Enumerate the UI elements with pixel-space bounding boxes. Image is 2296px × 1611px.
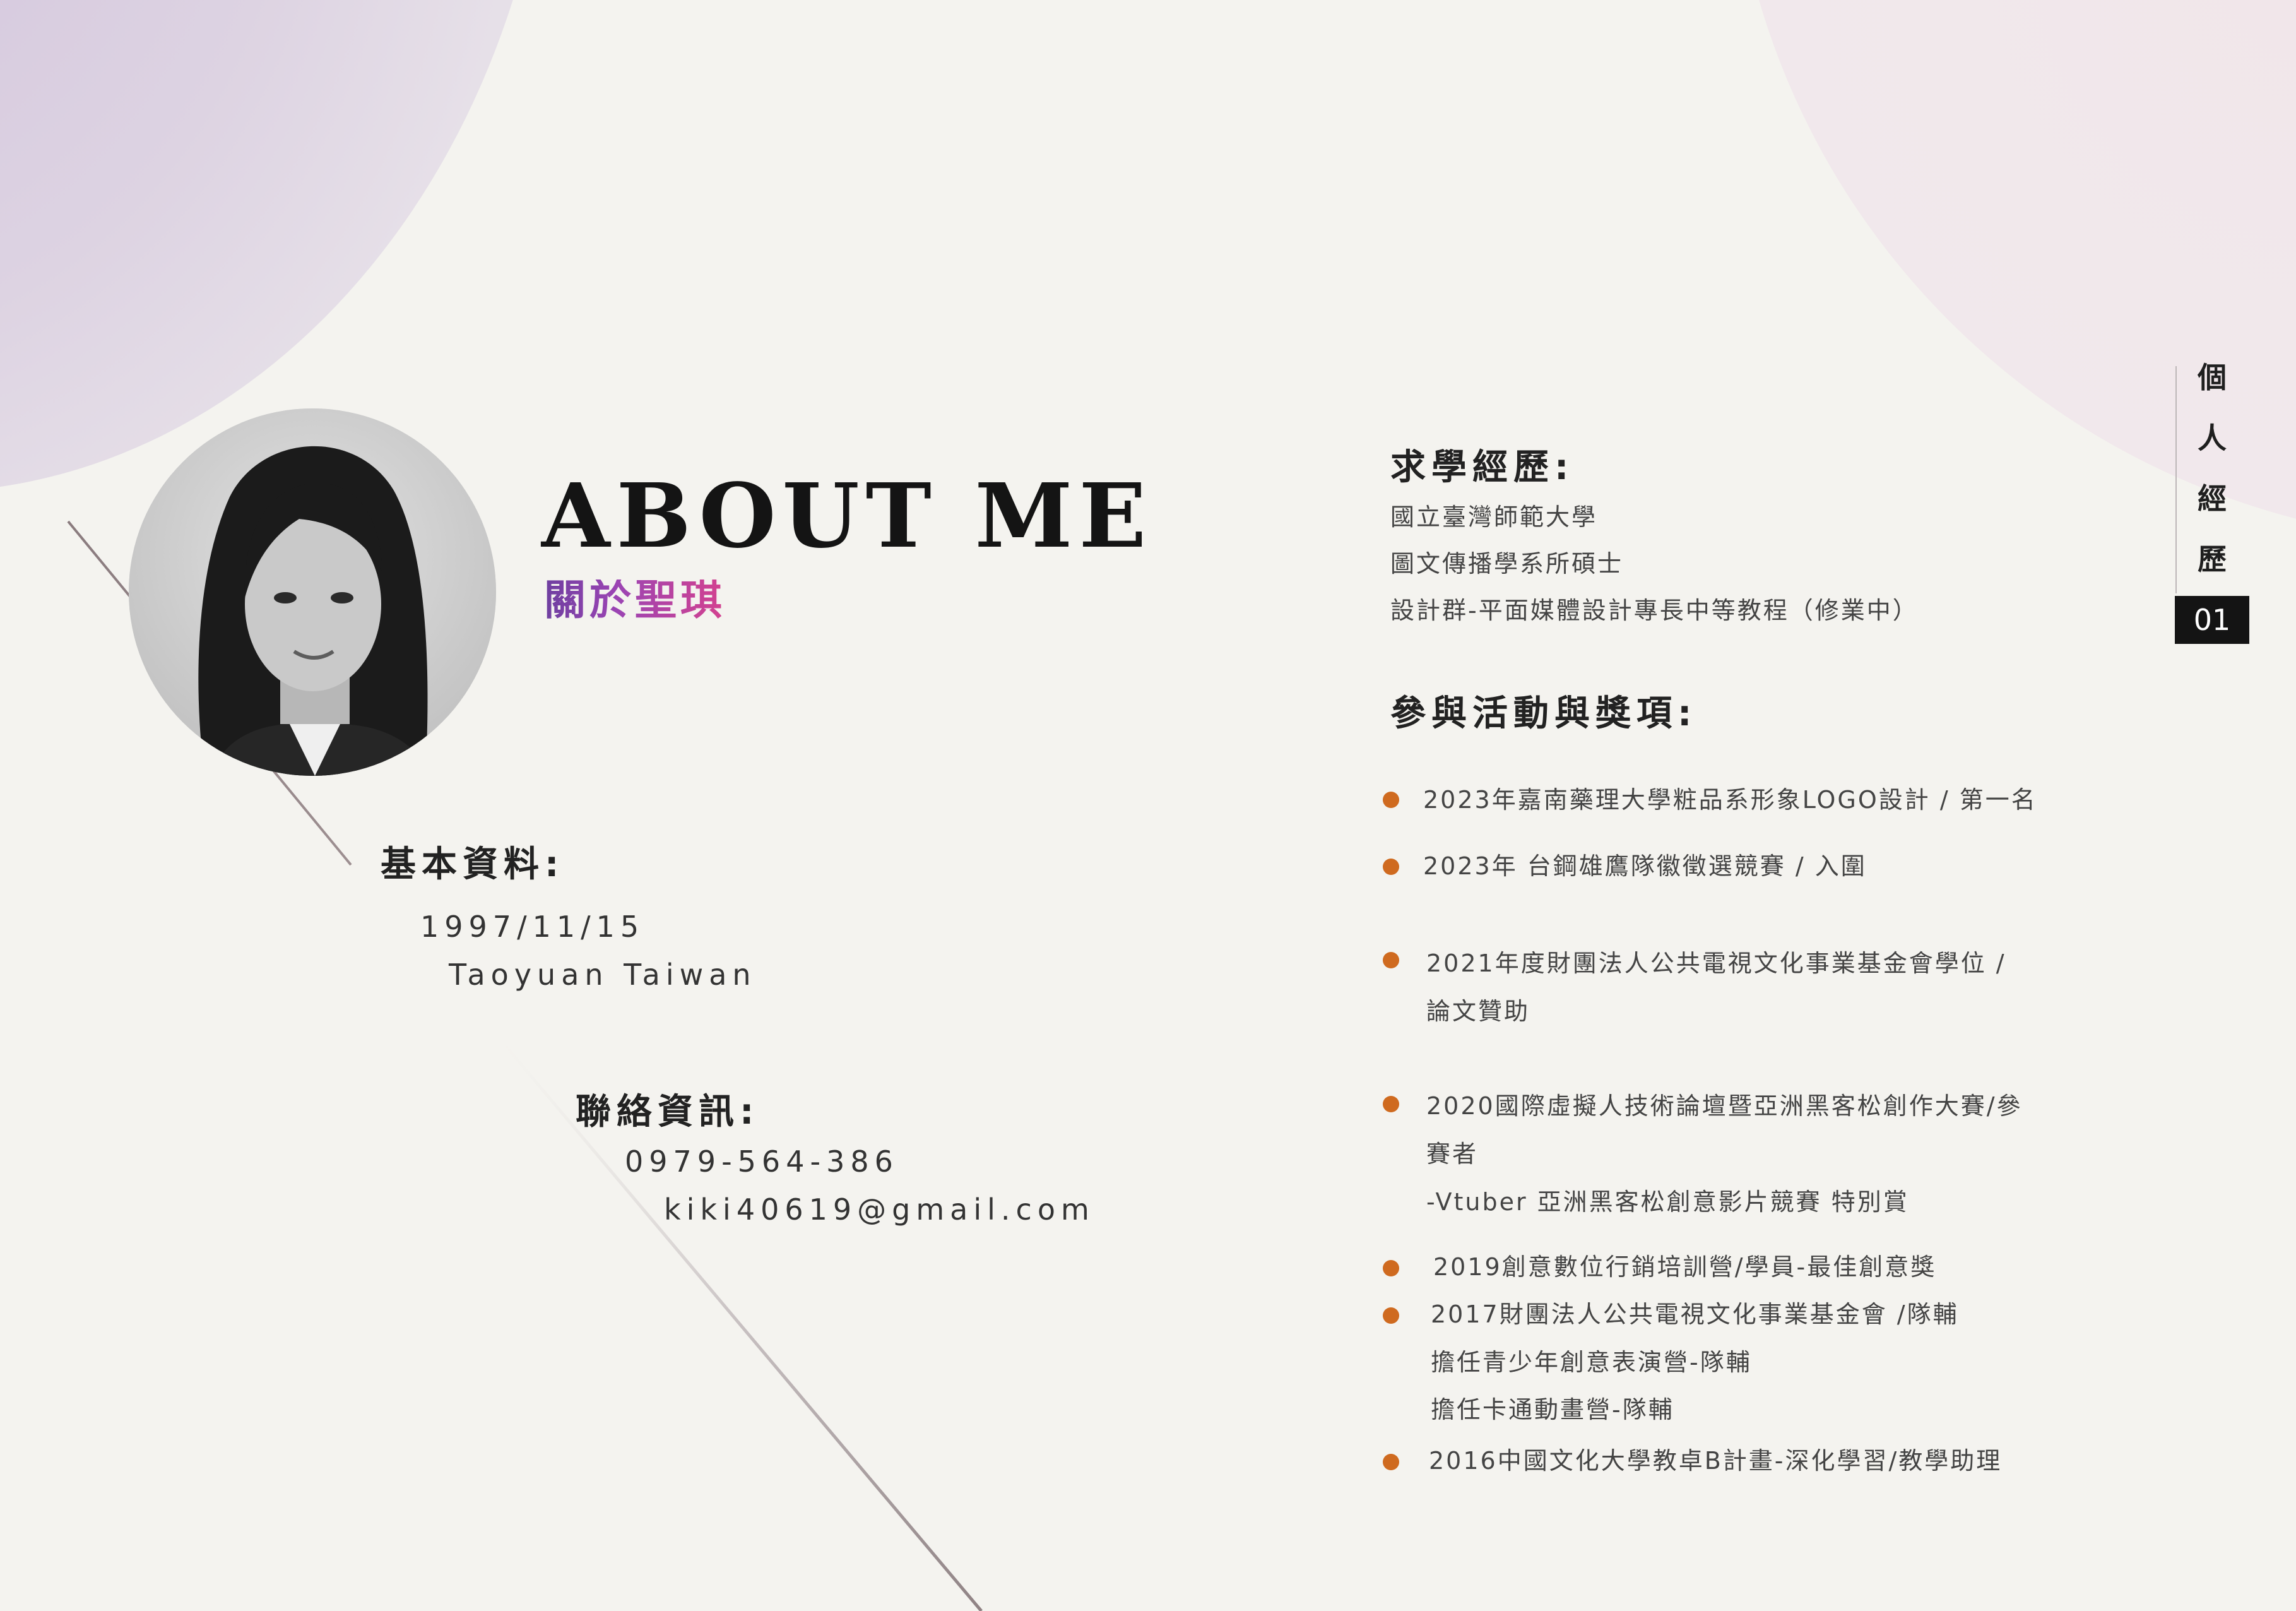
award-bullet: [1383, 792, 1399, 808]
location-text: Taoyuan Taiwan: [449, 958, 757, 992]
award-bullet: [1383, 1096, 1399, 1112]
resume-page: ABOUT ME 關於聖琪 基本資料: 1997/11/15 Taoyuan T…: [0, 0, 2296, 1611]
basic-info-heading: 基本資料:: [381, 844, 565, 885]
award-item-text: 2021年度財團法人公共電視文化事業基金會學位 /: [1426, 949, 2006, 977]
award-item-text: 2016中國文化大學教卓B計畫-深化學習/教學助理: [1429, 1447, 2003, 1475]
award-item-text: 2020國際虛擬人技術論壇暨亞洲黑客松創作大賽/參: [1426, 1092, 2023, 1120]
side-tab-divider: [2175, 366, 2177, 593]
email-text: kiki40619@gmail.com: [664, 1192, 1095, 1227]
page-title: ABOUT ME: [541, 465, 1153, 568]
page-subtitle: 關於聖琪: [544, 576, 726, 624]
side-tab-char: 經: [2198, 482, 2227, 516]
side-tab-char: 個: [2198, 360, 2227, 395]
award-item-text: 2023年嘉南藥理大學粧品系形象LOGO設計 / 第一名: [1423, 786, 2037, 814]
award-item-text: -Vtuber 亞洲黑客松創意影片競賽 特別賞: [1426, 1188, 1909, 1216]
award-item-text: 擔任青少年創意表演營-隊輔: [1431, 1348, 1752, 1376]
page-number-badge: 01: [2175, 596, 2249, 644]
award-item-text: 論文贊助: [1426, 997, 1530, 1025]
education-item: 設計群-平面媒體設計專長中等教程（修業中）: [1390, 597, 1919, 624]
awards-heading: 參與活動與獎項:: [1390, 693, 1698, 734]
award-item-text: 2017財團法人公共電視文化事業基金會 /隊輔: [1431, 1300, 1959, 1328]
education-item: 圖文傳播學系所碩士: [1390, 550, 1624, 578]
award-bullet: [1383, 1307, 1399, 1324]
education-heading: 求學經歷:: [1390, 447, 1575, 488]
award-bullet: [1383, 1260, 1399, 1276]
award-item-text: 擔任卡通動畫營-隊輔: [1431, 1396, 1674, 1424]
award-bullet: [1383, 859, 1399, 875]
phone-text: 0979-564-386: [625, 1144, 899, 1179]
education-item: 國立臺灣師範大學: [1390, 503, 1598, 531]
award-item-text: 2019創意數位行銷培訓營/學員-最佳創意獎: [1433, 1253, 1937, 1281]
side-tab-char: 人: [2198, 421, 2227, 455]
award-item-text: 賽者: [1426, 1140, 1479, 1168]
award-bullet: [1383, 952, 1399, 968]
side-tab-char: 歷: [2198, 542, 2227, 576]
birthday-text: 1997/11/15: [420, 910, 645, 944]
award-bullet: [1383, 1454, 1399, 1470]
profile-photo: [129, 408, 496, 776]
award-item-text: 2023年 台鋼雄鷹隊徽徵選競賽 / 入圍: [1423, 852, 1867, 880]
contact-heading: 聯絡資訊:: [576, 1091, 760, 1132]
